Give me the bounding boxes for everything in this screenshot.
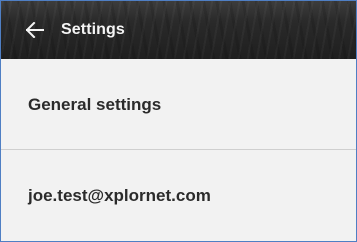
list-item-label: General settings: [28, 95, 162, 114]
screenshot-frame: Settings General settings joe.test@xplor…: [0, 0, 357, 242]
page-title: Settings: [61, 21, 125, 38]
app-bar: Settings: [1, 1, 356, 59]
back-button[interactable]: [21, 16, 49, 44]
list-item-general-settings[interactable]: General settings: [1, 59, 356, 149]
list-item-label: joe.test@xplornet.com: [28, 186, 211, 205]
list-item-account[interactable]: joe.test@xplornet.com: [1, 150, 356, 241]
arrow-left-icon: [26, 22, 44, 38]
